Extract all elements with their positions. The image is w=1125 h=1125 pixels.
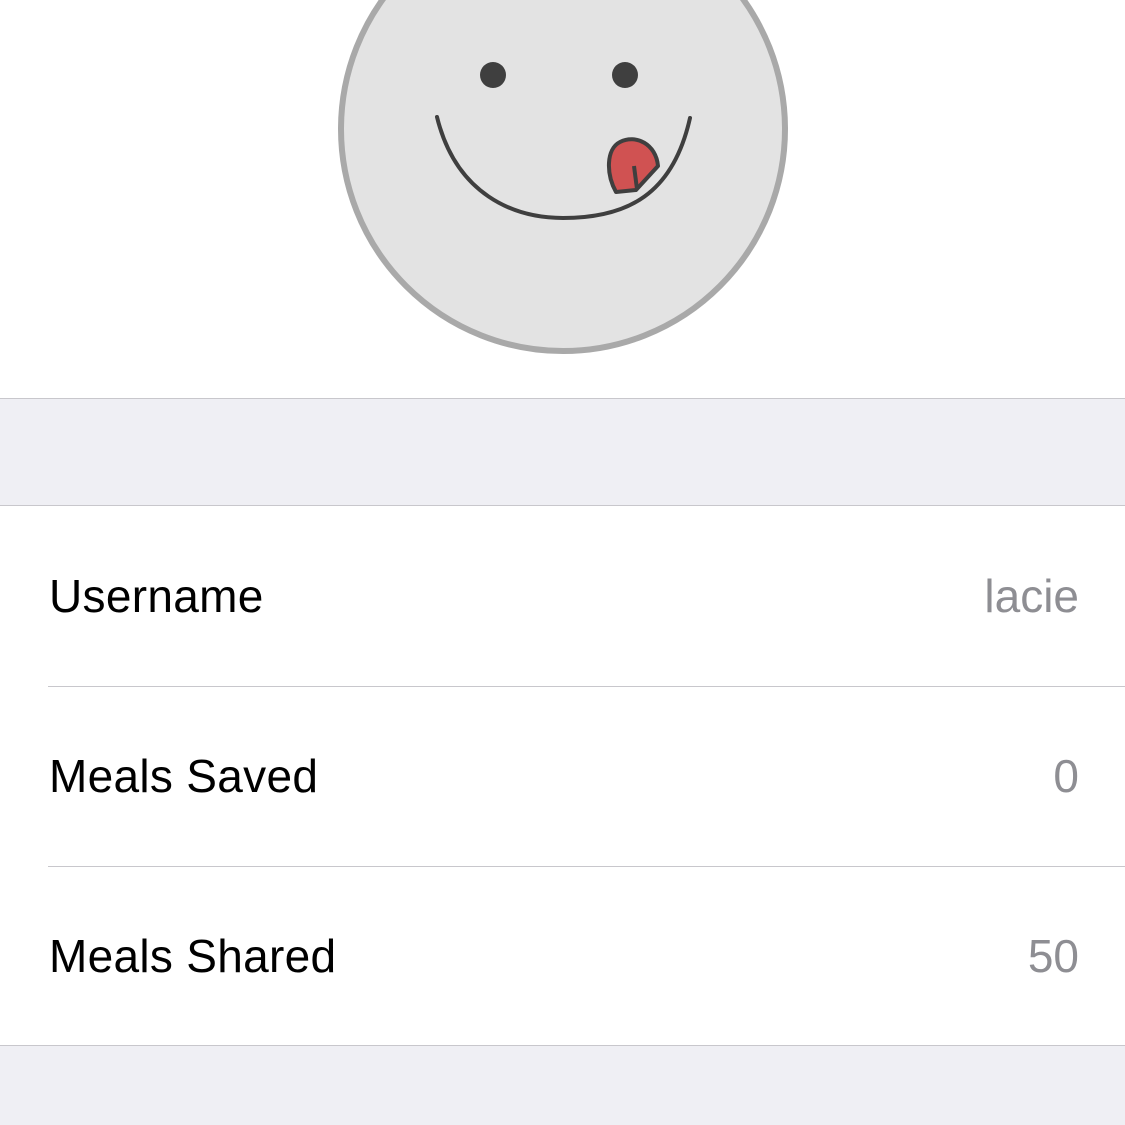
username-value: lacie — [984, 570, 1079, 622]
avatar-header — [0, 0, 1125, 398]
smiley-tongue-icon[interactable] — [338, 0, 788, 354]
meals-shared-row[interactable]: Meals Shared 50 — [0, 866, 1125, 1046]
username-row[interactable]: Username lacie — [0, 506, 1125, 686]
meals-saved-value: 0 — [1053, 750, 1079, 802]
meals-saved-row[interactable]: Meals Saved 0 — [0, 686, 1125, 866]
meals-shared-value: 50 — [1027, 930, 1079, 982]
right-eye-icon — [612, 62, 638, 88]
profile-screen: Username lacie Meals Saved 0 Meals Share… — [0, 0, 1125, 1125]
meals-saved-label: Meals Saved — [49, 750, 319, 802]
section-separator — [0, 398, 1125, 506]
profile-details-list: Username lacie Meals Saved 0 Meals Share… — [0, 506, 1125, 1045]
meals-shared-label: Meals Shared — [49, 930, 337, 982]
section-footer — [0, 1045, 1125, 1125]
username-label: Username — [49, 570, 264, 622]
left-eye-icon — [480, 62, 506, 88]
